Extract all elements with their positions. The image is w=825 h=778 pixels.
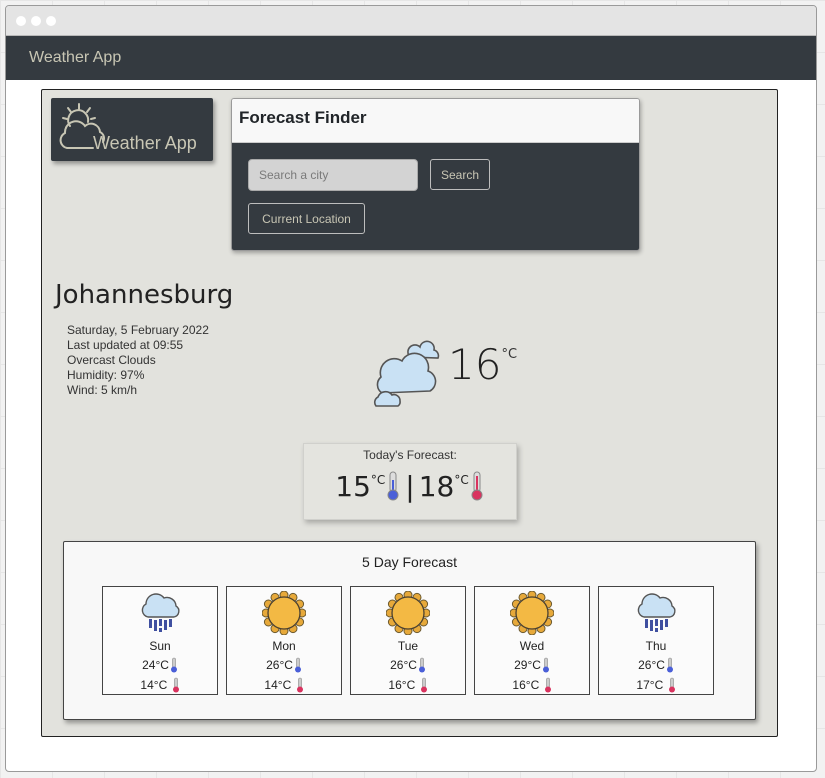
finder-body: Search Current Location (232, 143, 639, 250)
window-control-dot[interactable] (31, 15, 41, 26)
browser-window: Weather App Weather App Forecast Finder (5, 5, 817, 772)
todays-forecast-card: Today's Forecast: 15 °C | 18 °C (303, 443, 517, 520)
rain-icon (637, 593, 676, 632)
overcast-clouds-icon (373, 340, 440, 407)
navbar: Weather App (6, 36, 816, 80)
day-high: 24°C (103, 655, 217, 675)
window-titlebar (6, 6, 816, 36)
day-low: 17°C (599, 675, 713, 695)
forecast-day-card: Mon 26°C 14°C (226, 586, 342, 695)
thermometer-hot-icon (172, 677, 179, 693)
thermometer-hot-icon (296, 677, 303, 693)
thermometer-hot-icon (544, 677, 551, 693)
sun-icon (262, 591, 306, 635)
day-high-temp: 26°C (266, 658, 293, 672)
thermometer-hot-icon (471, 471, 483, 501)
thermometer-hot-icon (420, 677, 427, 693)
today-min-unit: °C (370, 473, 386, 487)
thermometer-cold-icon (542, 657, 549, 673)
humidity: Humidity: 97% (67, 368, 145, 382)
five-day-title: 5 Day Forecast (362, 554, 457, 570)
wind-speed: Wind: 5 km/h (67, 383, 138, 397)
day-high: 26°C (227, 655, 341, 675)
last-updated: Last updated at 09:55 (67, 338, 184, 352)
thermometer-hot-icon (668, 677, 675, 693)
app-logo: Weather App (51, 98, 213, 161)
day-low: 16°C (475, 675, 589, 695)
thermometer-cold-icon (294, 657, 301, 673)
day-name: Wed (519, 639, 545, 653)
search-button[interactable]: Search (430, 159, 490, 190)
window-control-dot[interactable] (46, 15, 56, 26)
sun-icon (510, 591, 554, 635)
thermometer-cold-icon (170, 657, 177, 673)
app-container: Weather App Forecast Finder Search Curre… (41, 89, 778, 737)
day-low-temp: 16°C (388, 678, 416, 692)
current-date: Saturday, 5 February 2022 (67, 323, 209, 337)
todays-forecast-range: 15 °C | 18 °C (304, 470, 516, 503)
forecast-day-card: Sun 24°C 14°C (102, 586, 218, 695)
day-high: 26°C (599, 655, 713, 675)
forecast-day-card: Wed 29°C 16°C (474, 586, 590, 695)
day-low-temp: 16°C (512, 678, 540, 692)
day-high-temp: 26°C (638, 658, 665, 672)
window-control-dot[interactable] (16, 15, 26, 26)
day-name: Tue (397, 639, 419, 653)
day-high-temp: 24°C (142, 658, 169, 672)
sun-icon (386, 591, 430, 635)
current-weather: 16 °C (372, 335, 517, 407)
today-max-temp: 18 (418, 470, 455, 503)
day-name: Mon (272, 639, 296, 653)
day-low-temp: 14°C (140, 678, 168, 692)
rain-icon (141, 593, 180, 632)
day-name: Thu (645, 639, 667, 653)
day-high: 29°C (475, 655, 589, 675)
navbar-brand[interactable]: Weather App (29, 49, 121, 67)
city-name: Johannesburg (55, 280, 234, 310)
current-location-button[interactable]: Current Location (248, 203, 365, 234)
finder-title: Forecast Finder (232, 99, 639, 143)
thermometer-cold-icon (666, 657, 673, 673)
day-high-temp: 26°C (390, 658, 417, 672)
current-temperature: 16 (448, 340, 502, 389)
weather-details: Saturday, 5 February 2022 Last updated a… (67, 323, 209, 398)
forecast-finder-card: Forecast Finder Search Current Location (231, 98, 640, 251)
day-high: 26°C (351, 655, 465, 675)
city-search-input[interactable] (248, 159, 418, 191)
forecast-day-card: Tue 26°C 16°C (350, 586, 466, 695)
day-low: 16°C (351, 675, 465, 695)
day-low-temp: 14°C (264, 678, 292, 692)
weather-description: Overcast Clouds (67, 353, 156, 367)
thermometer-cold-icon (387, 471, 399, 501)
temperature-unit[interactable]: °C (501, 347, 517, 362)
day-low: 14°C (103, 675, 217, 695)
forecast-day-card: Thu 26°C 17°C (598, 586, 714, 695)
todays-forecast-label: Today's Forecast: (363, 448, 457, 462)
day-high-temp: 29°C (514, 658, 541, 672)
day-low: 14°C (227, 675, 341, 695)
forecast-days: Sun 24°C 14°C Mon 26°C 14°C Tue 26°C 16°… (102, 586, 714, 695)
range-separator: | (405, 470, 415, 503)
thermometer-cold-icon (418, 657, 425, 673)
five-day-forecast: 5 Day Forecast Sun 24°C 14°C Mon 26°C 14… (63, 541, 756, 720)
day-name: Sun (149, 639, 171, 653)
logo-text: Weather App (93, 133, 197, 153)
day-low-temp: 17°C (636, 678, 664, 692)
today-min-temp: 15 (335, 470, 371, 503)
today-max-unit: °C (454, 473, 469, 487)
